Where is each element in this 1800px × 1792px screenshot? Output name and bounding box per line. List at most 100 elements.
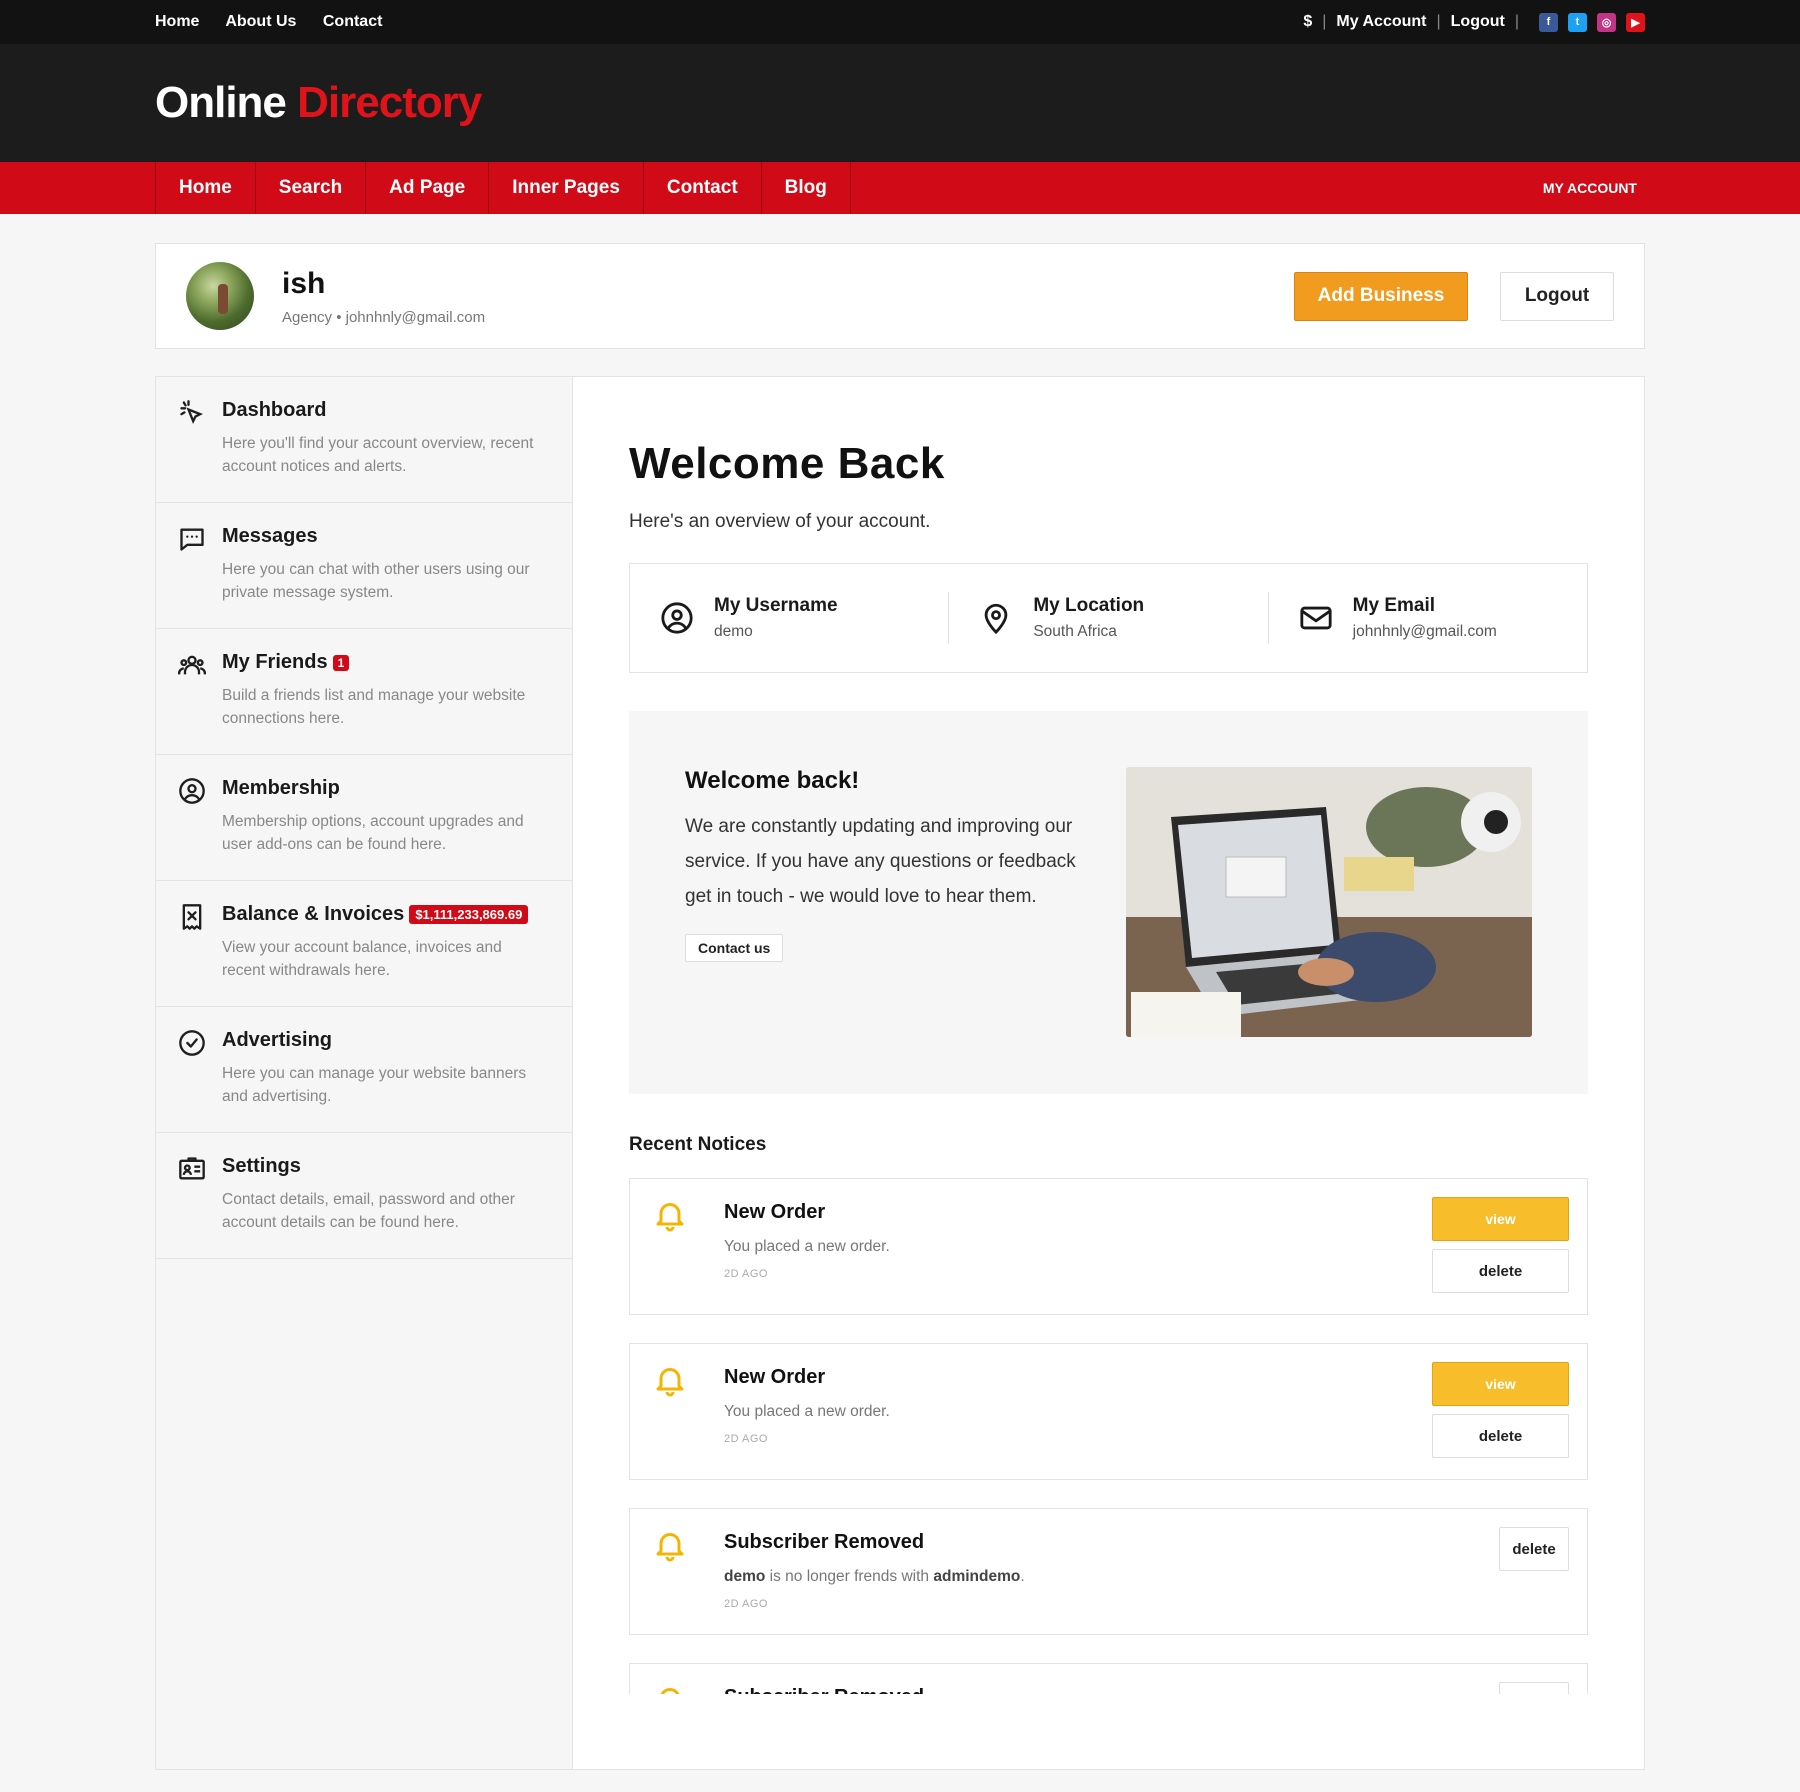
sidebar-item-membership[interactable]: Membership Membership options, account u… xyxy=(156,755,572,881)
top-link-contact[interactable]: Contact xyxy=(323,13,383,30)
sidebar-item-label: Settings xyxy=(222,1155,301,1177)
top-logout-link[interactable]: Logout xyxy=(1451,13,1505,31)
nav-home[interactable]: Home xyxy=(156,162,256,214)
notice-other-user[interactable]: admindemo xyxy=(933,1568,1020,1585)
info-location: My Location South Africa xyxy=(948,592,1267,644)
view-button[interactable]: view xyxy=(1432,1362,1569,1406)
welcome-banner: Welcome back! We are constantly updating… xyxy=(629,711,1588,1094)
delete-button[interactable]: delete xyxy=(1432,1414,1569,1458)
info-label: My Username xyxy=(714,595,838,616)
main-content: Welcome Back Here's an overview of your … xyxy=(573,377,1644,1769)
facebook-icon[interactable]: f xyxy=(1539,12,1558,32)
contact-us-button[interactable]: Contact us xyxy=(685,934,784,962)
top-account-links: $ | My Account | Logout | f t ◎ ▶ xyxy=(1303,12,1645,32)
bell-icon xyxy=(656,1368,684,1397)
divider: | xyxy=(1514,13,1519,30)
delete-button[interactable]: delete xyxy=(1432,1249,1569,1293)
chat-icon xyxy=(180,528,204,551)
avatar[interactable] xyxy=(186,262,254,330)
add-business-button[interactable]: Add Business xyxy=(1294,271,1468,321)
page-lead: Here's an overview of your account. xyxy=(629,511,931,532)
delete-button[interactable]: delete xyxy=(1499,1527,1569,1571)
notice-text: is no longer frends with xyxy=(765,1568,934,1585)
envelope-icon xyxy=(1300,606,1332,630)
sidebar-item-desc: Membership options, account upgrades and… xyxy=(222,813,524,853)
bell-icon xyxy=(656,1533,684,1562)
bell-icon xyxy=(656,1203,684,1232)
receipt-icon xyxy=(182,904,202,930)
page-title: Welcome Back xyxy=(629,439,945,488)
profile-subtitle: Agency • johnhnly@gmail.com xyxy=(282,308,486,326)
sidebar-item-label: Advertising xyxy=(222,1029,333,1051)
info-value: johnhnly@gmail.com xyxy=(1352,623,1497,640)
id-card-icon xyxy=(179,1157,205,1180)
sidebar-item-desc: Contact details, email, password and oth… xyxy=(222,1191,515,1231)
sidebar-item-messages[interactable]: Messages Here you can chat with other us… xyxy=(156,503,572,629)
main-nav: Home Search Ad Page Inner Pages Contact … xyxy=(0,162,1800,214)
sidebar: Dashboard Here you'll find your account … xyxy=(156,377,573,1769)
instagram-icon[interactable]: ◎ xyxy=(1597,12,1616,32)
sidebar-item-label: Messages xyxy=(222,525,318,547)
recent-notices-title: Recent Notices xyxy=(629,1134,767,1155)
account-info-box: My Username demo My Location South Afric… xyxy=(629,563,1588,673)
user-icon xyxy=(661,602,693,634)
notice-item: New Order You placed a new order. 2D AGO… xyxy=(629,1343,1588,1480)
nav-search[interactable]: Search xyxy=(256,162,367,214)
nav-blog[interactable]: Blog xyxy=(762,162,851,214)
sidebar-item-settings[interactable]: Settings Contact details, email, passwor… xyxy=(156,1133,572,1259)
dashboard-panel: Dashboard Here you'll find your account … xyxy=(155,376,1645,1770)
notice-item: Subscriber Removed demo is no longer fre… xyxy=(629,1508,1588,1635)
currency-selector[interactable]: $ xyxy=(1303,13,1312,31)
cursor-click-icon xyxy=(180,400,204,425)
logout-button[interactable]: Logout xyxy=(1500,271,1614,321)
scroll-fade xyxy=(573,1694,1644,1769)
top-link-home[interactable]: Home xyxy=(155,13,199,30)
divider: | xyxy=(1322,13,1327,30)
twitter-icon[interactable]: t xyxy=(1568,12,1587,32)
sidebar-item-desc: Here you can chat with other users using… xyxy=(222,561,530,601)
profile-card: ish Agency • johnhnly@gmail.com Add Busi… xyxy=(155,243,1645,349)
sidebar-item-desc: Here you'll find your account overview, … xyxy=(222,435,534,475)
view-button[interactable]: view xyxy=(1432,1197,1569,1241)
site-header: Online Directory xyxy=(0,44,1800,162)
top-utility-bar: Home About Us Contact $ | My Account | L… xyxy=(0,0,1800,44)
nav-contact[interactable]: Contact xyxy=(644,162,762,214)
site-logo[interactable]: Online Directory xyxy=(155,78,482,128)
friends-count-badge: 1 xyxy=(332,654,350,671)
sidebar-item-label: Membership xyxy=(222,777,340,799)
nav-inner-pages[interactable]: Inner Pages xyxy=(489,162,644,214)
nav-my-account[interactable]: MY ACCOUNT xyxy=(1543,162,1645,214)
info-label: My Location xyxy=(1033,595,1145,616)
check-badge-icon xyxy=(179,1030,205,1056)
divider: | xyxy=(1436,13,1441,30)
profile-name: ish xyxy=(282,266,326,300)
top-links: Home About Us Contact xyxy=(155,13,404,31)
sidebar-item-label: Dashboard xyxy=(222,399,327,421)
laptop-illustration xyxy=(1126,767,1532,1037)
logo-text-directory: Directory xyxy=(297,78,482,127)
logo-text-online: Online xyxy=(155,78,298,127)
notice-text-end: . xyxy=(1020,1568,1025,1585)
notice-item: New Order You placed a new order. 2D AGO… xyxy=(629,1178,1588,1315)
welcome-body: We are constantly updating and improving… xyxy=(685,816,1076,907)
info-username: My Username demo xyxy=(630,592,948,644)
nav-ad-page[interactable]: Ad Page xyxy=(366,162,490,214)
sidebar-item-my-friends[interactable]: My Friends 1 Build a friends list and man… xyxy=(156,629,572,755)
notice-time: 2D AGO xyxy=(724,1598,768,1610)
notice-body: demo is no longer frends with admindemo. xyxy=(724,1568,1565,1586)
sidebar-item-advertising[interactable]: Advertising Here you can manage your web… xyxy=(156,1007,572,1133)
sidebar-item-desc: Build a friends list and manage your web… xyxy=(222,687,526,727)
sidebar-item-dashboard[interactable]: Dashboard Here you'll find your account … xyxy=(156,377,572,503)
balance-badge: $1,111,233,869.69 xyxy=(409,905,529,924)
notice-user[interactable]: demo xyxy=(724,1568,765,1585)
top-my-account-link[interactable]: My Account xyxy=(1336,13,1426,31)
sidebar-item-balance-invoices[interactable]: Balance & Invoices $1,111,233,869.69 View… xyxy=(156,881,572,1007)
info-label: My Email xyxy=(1352,595,1436,616)
location-pin-icon xyxy=(984,603,1008,635)
welcome-title: Welcome back! xyxy=(685,767,860,794)
youtube-icon[interactable]: ▶ xyxy=(1626,12,1645,32)
info-value: South Africa xyxy=(1033,623,1117,640)
info-email: My Email johnhnly@gmail.com xyxy=(1267,592,1587,644)
top-link-about[interactable]: About Us xyxy=(225,13,296,30)
notice-title: Subscriber Removed xyxy=(724,1531,925,1553)
